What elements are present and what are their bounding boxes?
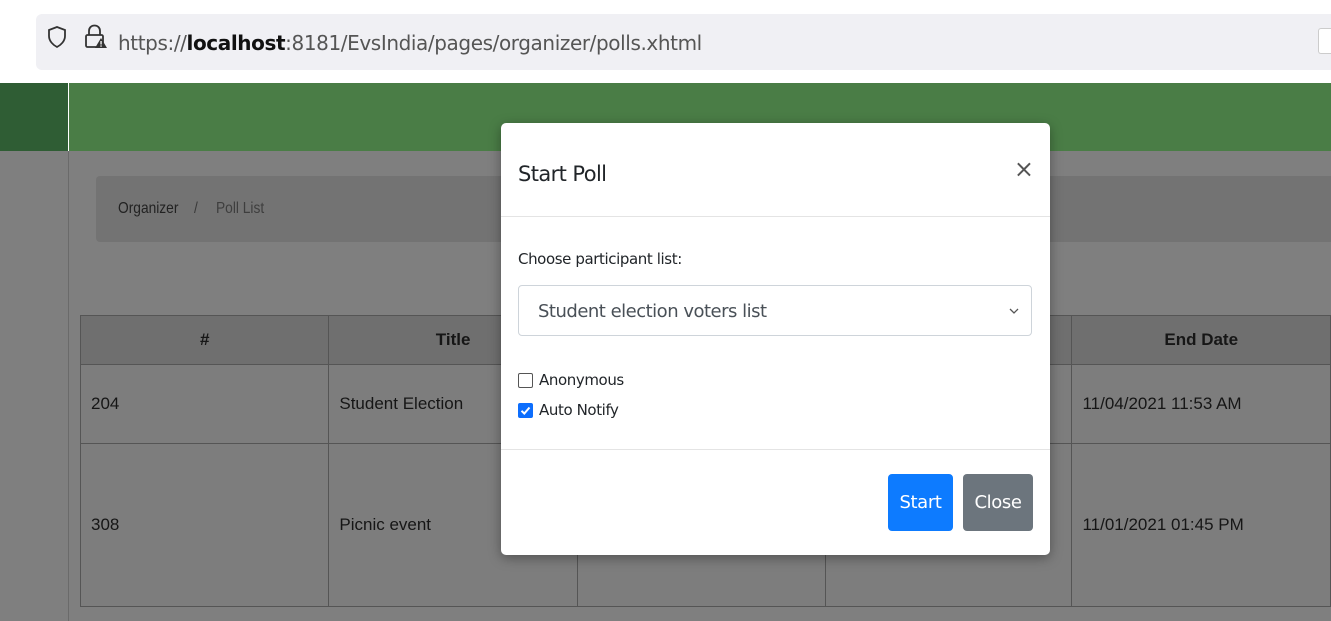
checkmark-icon bbox=[520, 406, 531, 415]
breadcrumb-poll-list: Poll List bbox=[216, 200, 265, 217]
start-button[interactable]: Start bbox=[888, 474, 953, 531]
cell-id: 308 bbox=[79, 443, 330, 607]
column-header-id[interactable]: # bbox=[79, 315, 330, 365]
browser-address-bar: https://localhost:8181/EvsIndia/pages/or… bbox=[0, 0, 1331, 75]
close-icon[interactable]: × bbox=[1014, 157, 1034, 181]
sidebar bbox=[0, 151, 69, 621]
start-poll-modal: Start Poll × Choose participant list: St… bbox=[501, 123, 1050, 555]
breadcrumb-separator: / bbox=[194, 200, 198, 217]
chevron-down-icon bbox=[1009, 308, 1019, 314]
anonymous-label: Anonymous bbox=[539, 371, 624, 389]
url-prefix: https:// bbox=[118, 31, 187, 55]
url-text[interactable]: https://localhost:8181/EvsIndia/pages/or… bbox=[118, 31, 702, 55]
auto-notify-checkbox[interactable] bbox=[518, 402, 533, 418]
shield-icon[interactable] bbox=[47, 26, 67, 48]
auto-notify-label: Auto Notify bbox=[539, 401, 619, 419]
modal-title: Start Poll bbox=[518, 162, 607, 186]
column-header-end-date[interactable]: End Date bbox=[1071, 315, 1331, 365]
url-host: localhost bbox=[186, 31, 286, 55]
cell-end-date: 11/01/2021 01:45 PM bbox=[1071, 443, 1331, 607]
cell-id: 204 bbox=[79, 364, 330, 444]
anonymous-checkbox[interactable] bbox=[518, 372, 533, 388]
cell-end-date: 11/04/2021 11:53 AM bbox=[1071, 364, 1331, 444]
modal-footer: Start Close bbox=[501, 449, 1050, 556]
breadcrumb-organizer[interactable]: Organizer bbox=[118, 200, 178, 218]
close-button[interactable]: Close bbox=[963, 474, 1033, 531]
modal-header: Start Poll × bbox=[501, 123, 1050, 217]
toolbar-edge bbox=[1318, 28, 1331, 54]
url-path: :8181/EvsIndia/pages/organizer/polls.xht… bbox=[285, 31, 702, 55]
auto-notify-option[interactable]: Auto Notify bbox=[518, 400, 619, 420]
participant-list-select[interactable]: Student election voters list bbox=[518, 285, 1032, 336]
participant-list-label: Choose participant list: bbox=[518, 250, 682, 268]
sidebar-header bbox=[0, 83, 68, 151]
participant-list-value: Student election voters list bbox=[538, 301, 767, 322]
anonymous-option[interactable]: Anonymous bbox=[518, 370, 624, 390]
lock-icon[interactable] bbox=[82, 24, 108, 50]
